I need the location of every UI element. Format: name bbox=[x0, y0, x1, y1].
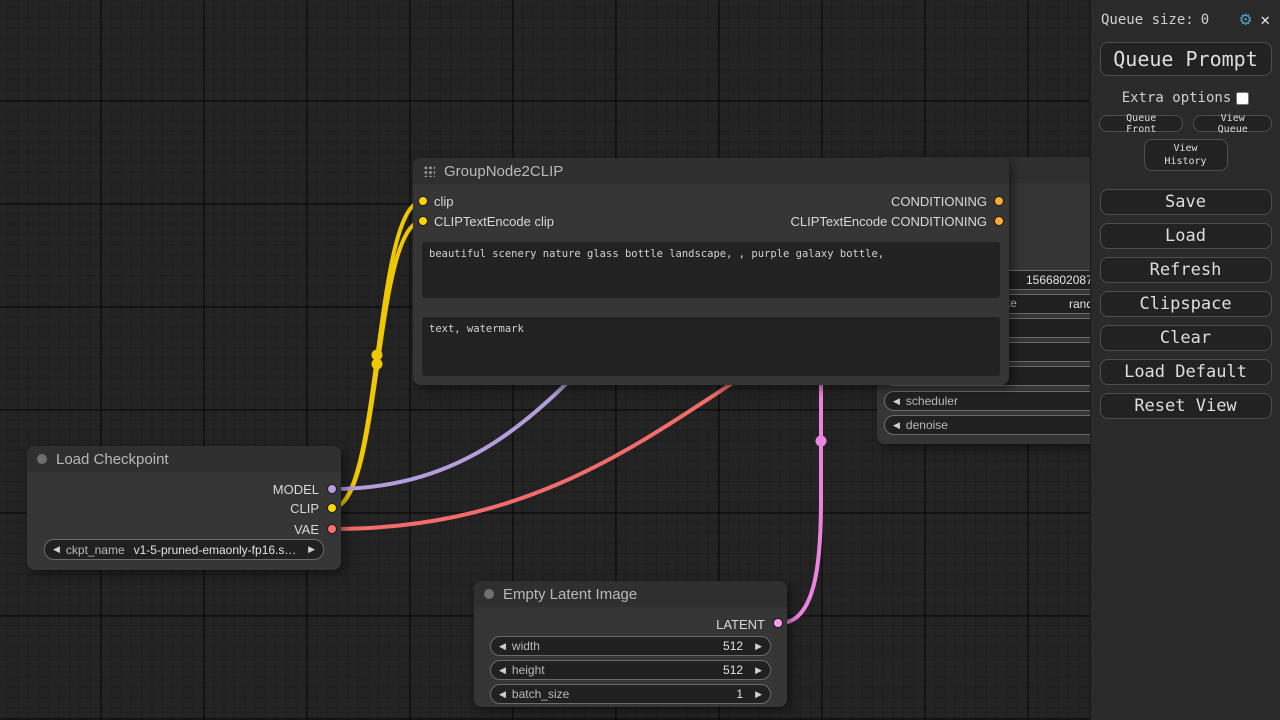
load-button[interactable]: Load bbox=[1100, 223, 1272, 249]
output-label-model: MODEL bbox=[273, 482, 319, 497]
output-port-clip[interactable] bbox=[327, 503, 337, 513]
height-value: 512 bbox=[723, 663, 743, 677]
increment-icon[interactable]: ▶ bbox=[755, 642, 762, 651]
clipspace-button[interactable]: Clipspace bbox=[1100, 291, 1272, 317]
next-value-icon[interactable]: ▶ bbox=[308, 545, 315, 554]
width-value: 512 bbox=[723, 639, 743, 653]
queue-size-value: 0 bbox=[1201, 12, 1209, 28]
decrement-icon[interactable]: ◀ bbox=[499, 666, 506, 675]
width-widget[interactable]: ◀ width 512 ▶ bbox=[490, 636, 771, 656]
ckpt-name-widget[interactable]: ◀ ckpt_name v1-5-pruned-emaonly-fp16.s… … bbox=[44, 539, 324, 560]
node-group-clip[interactable]: GroupNode2CLIP clip CLIPTextEncode clip … bbox=[413, 158, 1009, 385]
node-group-titlebar[interactable]: GroupNode2CLIP bbox=[413, 158, 1009, 184]
input-label-clip: clip bbox=[434, 194, 454, 209]
drag-handle-icon[interactable] bbox=[423, 165, 435, 177]
height-label: height bbox=[512, 663, 723, 677]
ksampler-denoise-widget[interactable]: ◀ denoise bbox=[884, 415, 1124, 435]
decrement-icon[interactable]: ◀ bbox=[893, 421, 900, 430]
settings-gear-icon[interactable]: ⚙ bbox=[1240, 10, 1251, 29]
queue-size-label: Queue size: bbox=[1101, 12, 1194, 28]
output-port-conditioning[interactable] bbox=[994, 196, 1004, 206]
view-history-line1: View bbox=[1173, 142, 1197, 155]
ckpt-name-label: ckpt_name bbox=[66, 543, 125, 557]
save-button[interactable]: Save bbox=[1100, 189, 1272, 215]
output-label-cliptextencode-conditioning: CLIPTextEncode CONDITIONING bbox=[791, 214, 988, 229]
load-default-button[interactable]: Load Default bbox=[1100, 359, 1272, 385]
extra-options-label: Extra options bbox=[1122, 90, 1232, 106]
batch-size-label: batch_size bbox=[512, 687, 736, 701]
clear-button[interactable]: Clear bbox=[1100, 325, 1272, 351]
node-title: Empty Latent Image bbox=[503, 586, 637, 603]
node-empty-latent[interactable]: Empty Latent Image LATENT ◀ width 512 ▶ … bbox=[474, 581, 787, 707]
scheduler-label: scheduler bbox=[906, 394, 958, 408]
refresh-button[interactable]: Refresh bbox=[1100, 257, 1272, 283]
output-label-vae: VAE bbox=[294, 522, 319, 537]
node-load-checkpoint[interactable]: Load Checkpoint MODEL CLIP VAE ◀ ckpt_na… bbox=[27, 446, 341, 570]
increment-icon[interactable]: ▶ bbox=[755, 666, 762, 675]
prev-value-icon[interactable]: ◀ bbox=[53, 545, 60, 554]
height-widget[interactable]: ◀ height 512 ▶ bbox=[490, 660, 771, 680]
view-queue-button[interactable]: View Queue bbox=[1193, 115, 1272, 132]
decrement-icon[interactable]: ◀ bbox=[499, 642, 506, 651]
decrement-icon[interactable]: ◀ bbox=[499, 690, 506, 699]
positive-prompt-textarea[interactable]: beautiful scenery nature glass bottle la… bbox=[422, 242, 1000, 298]
output-label-clip: CLIP bbox=[290, 501, 319, 516]
decrement-icon[interactable]: ◀ bbox=[893, 397, 900, 406]
node-latent-titlebar[interactable]: Empty Latent Image bbox=[474, 581, 787, 607]
output-port-cliptextencode-conditioning[interactable] bbox=[994, 216, 1004, 226]
width-label: width bbox=[512, 639, 723, 653]
output-port-vae[interactable] bbox=[327, 524, 337, 534]
extra-options-checkbox[interactable] bbox=[1236, 92, 1249, 105]
queue-front-button[interactable]: Queue Front bbox=[1099, 115, 1183, 132]
output-label-conditioning: CONDITIONING bbox=[891, 194, 987, 209]
input-port-cliptextencode-clip[interactable] bbox=[418, 216, 428, 226]
collapse-dot-icon[interactable] bbox=[37, 454, 47, 464]
denoise-label: denoise bbox=[906, 418, 948, 432]
output-port-latent[interactable] bbox=[773, 618, 783, 628]
node-title: GroupNode2CLIP bbox=[444, 163, 563, 180]
queue-prompt-button[interactable]: Queue Prompt bbox=[1100, 42, 1272, 76]
ckpt-name-value: v1-5-pruned-emaonly-fp16.s… bbox=[134, 543, 308, 557]
comfy-menu: Queue size: 0 ⚙ ✕ Queue Prompt Extra opt… bbox=[1090, 0, 1280, 720]
ksampler-scheduler-widget[interactable]: ◀ scheduler bbox=[884, 391, 1124, 411]
batch-size-widget[interactable]: ◀ batch_size 1 ▶ bbox=[490, 684, 771, 704]
collapse-dot-icon[interactable] bbox=[484, 589, 494, 599]
node-title: Load Checkpoint bbox=[56, 451, 169, 468]
output-port-model[interactable] bbox=[327, 484, 337, 494]
negative-prompt-textarea[interactable]: text, watermark bbox=[422, 317, 1000, 376]
view-history-button[interactable]: View History bbox=[1144, 139, 1228, 171]
close-icon[interactable]: ✕ bbox=[1260, 12, 1270, 28]
input-port-clip[interactable] bbox=[418, 196, 428, 206]
batch-size-value: 1 bbox=[736, 687, 743, 701]
increment-icon[interactable]: ▶ bbox=[755, 690, 762, 699]
reset-view-button[interactable]: Reset View bbox=[1100, 393, 1272, 419]
input-label-cliptextencode-clip: CLIPTextEncode clip bbox=[434, 214, 554, 229]
view-history-line2: History bbox=[1164, 155, 1206, 168]
node-checkpoint-titlebar[interactable]: Load Checkpoint bbox=[27, 446, 341, 472]
output-label-latent: LATENT bbox=[716, 617, 765, 632]
